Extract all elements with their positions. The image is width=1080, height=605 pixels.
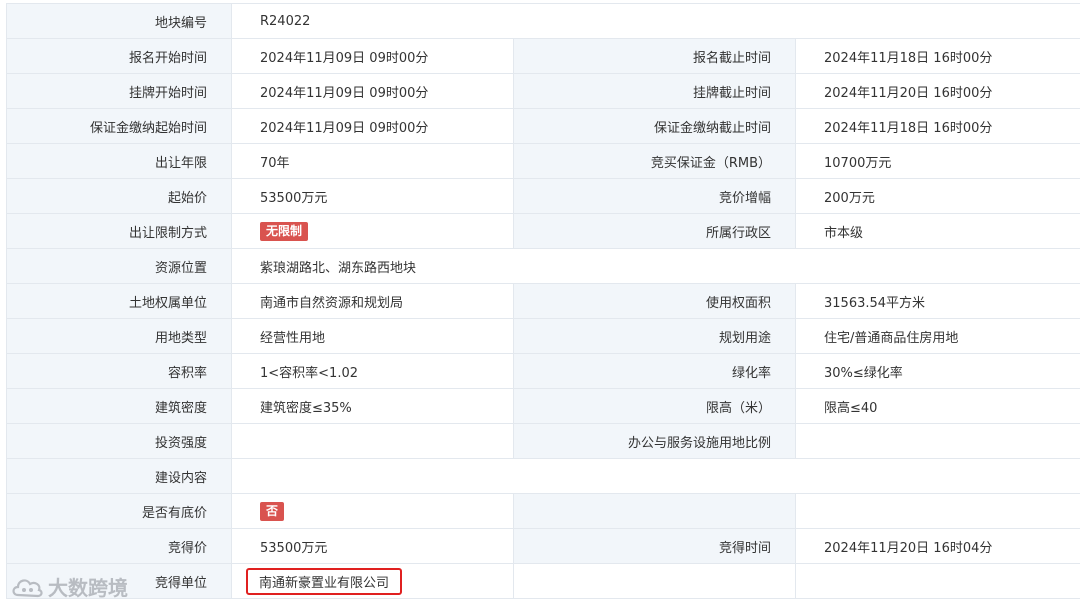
- field-label: 出让限制方式: [6, 213, 232, 249]
- table-row: 用地类型 经营性用地 规划用途 住宅/普通商品住房用地: [6, 318, 1080, 354]
- field-value: R24022: [230, 3, 1080, 39]
- table-row: 竞得价 53500万元 竞得时间 2024年11月20日 16时04分: [6, 528, 1080, 564]
- field-value: 53500万元: [231, 178, 514, 214]
- field-label: 规划用途: [513, 318, 796, 354]
- field-value: 70年: [231, 143, 514, 179]
- field-label: 使用权面积: [513, 283, 796, 319]
- field-value: 2024年11月09日 09时00分: [231, 108, 514, 144]
- field-value: 2024年11月20日 16时04分: [794, 528, 1080, 564]
- field-label: 绿化率: [513, 353, 796, 389]
- field-label: 挂牌开始时间: [6, 73, 232, 109]
- field-value: 200万元: [794, 178, 1080, 214]
- field-value: 紫琅湖路北、湖东路西地块: [230, 248, 1080, 284]
- field-label: 资源位置: [6, 248, 232, 284]
- field-label: 所属行政区: [513, 213, 796, 249]
- field-label: 限高（米）: [513, 388, 796, 424]
- empty-label: [513, 493, 796, 529]
- winning-bidder-highlight: 南通新豪置业有限公司: [246, 567, 403, 595]
- table-row: 建设内容: [6, 458, 1080, 494]
- field-value: [230, 458, 1080, 494]
- field-label: 竞得单位: [6, 563, 232, 599]
- field-label: 是否有底价: [6, 493, 232, 529]
- field-value: 住宅/普通商品住房用地: [794, 318, 1080, 354]
- table-row: 土地权属单位 南通市自然资源和规划局 使用权面积 31563.54平方米: [6, 283, 1080, 319]
- field-label: 用地类型: [6, 318, 232, 354]
- table-row: 是否有底价 否: [6, 493, 1080, 529]
- field-value: 2024年11月09日 09时00分: [231, 73, 514, 109]
- restriction-badge: 无限制: [260, 221, 309, 241]
- field-value: 否: [231, 493, 514, 529]
- field-value: 2024年11月18日 16时00分: [794, 108, 1080, 144]
- reserve-price-badge: 否: [260, 501, 285, 521]
- field-value: 10700万元: [794, 143, 1080, 179]
- field-label: 竞买保证金（RMB）: [513, 143, 796, 179]
- field-value: 2024年11月09日 09时00分: [231, 38, 514, 74]
- field-label: 挂牌截止时间: [513, 73, 796, 109]
- table-row: 竞得单位 南通新豪置业有限公司: [6, 563, 1080, 599]
- field-value: 2024年11月18日 16时00分: [794, 38, 1080, 74]
- field-value: 31563.54平方米: [794, 283, 1080, 319]
- table-row: 保证金缴纳起始时间 2024年11月09日 09时00分 保证金缴纳截止时间 2…: [6, 108, 1080, 144]
- empty-label: [513, 563, 796, 599]
- field-label: 地块编号: [6, 3, 232, 39]
- field-value: 南通市自然资源和规划局: [231, 283, 514, 319]
- land-info-table: 地块编号 R24022 报名开始时间 2024年11月09日 09时00分 报名…: [6, 3, 1080, 599]
- field-label: 容积率: [6, 353, 232, 389]
- field-value: 建筑密度≤35%: [231, 388, 514, 424]
- field-label: 竞价增幅: [513, 178, 796, 214]
- field-label: 报名截止时间: [513, 38, 796, 74]
- field-label: 出让年限: [6, 143, 232, 179]
- table-row: 报名开始时间 2024年11月09日 09时00分 报名截止时间 2024年11…: [6, 38, 1080, 74]
- field-label: 办公与服务设施用地比例: [513, 423, 796, 459]
- field-value: [794, 423, 1080, 459]
- field-value: 2024年11月20日 16时00分: [794, 73, 1080, 109]
- field-value: [231, 423, 514, 459]
- table-row: 资源位置 紫琅湖路北、湖东路西地块: [6, 248, 1080, 284]
- field-label: 投资强度: [6, 423, 232, 459]
- field-value: 53500万元: [231, 528, 514, 564]
- table-row: 容积率 1<容积率<1.02 绿化率 30%≤绿化率: [6, 353, 1080, 389]
- table-row: 出让年限 70年 竞买保证金（RMB） 10700万元: [6, 143, 1080, 179]
- field-label: 报名开始时间: [6, 38, 232, 74]
- field-label: 保证金缴纳截止时间: [513, 108, 796, 144]
- table-row: 建筑密度 建筑密度≤35% 限高（米） 限高≤40: [6, 388, 1080, 424]
- field-label: 竞得时间: [513, 528, 796, 564]
- field-value: [794, 493, 1080, 529]
- field-value: 1<容积率<1.02: [231, 353, 514, 389]
- field-value: 30%≤绿化率: [794, 353, 1080, 389]
- field-label: 保证金缴纳起始时间: [6, 108, 232, 144]
- field-label: 建设内容: [6, 458, 232, 494]
- table-row: 挂牌开始时间 2024年11月09日 09时00分 挂牌截止时间 2024年11…: [6, 73, 1080, 109]
- field-label: 竞得价: [6, 528, 232, 564]
- field-value: 市本级: [794, 213, 1080, 249]
- table-row: 出让限制方式 无限制 所属行政区 市本级: [6, 213, 1080, 249]
- field-label: 起始价: [6, 178, 232, 214]
- field-value: 限高≤40: [794, 388, 1080, 424]
- table-row: 投资强度 办公与服务设施用地比例: [6, 423, 1080, 459]
- field-value: 无限制: [231, 213, 514, 249]
- field-value: 南通新豪置业有限公司: [231, 563, 514, 599]
- field-value: [794, 563, 1080, 599]
- field-label: 土地权属单位: [6, 283, 232, 319]
- table-row: 地块编号 R24022: [6, 3, 1080, 39]
- field-value: 经营性用地: [231, 318, 514, 354]
- table-row: 起始价 53500万元 竞价增幅 200万元: [6, 178, 1080, 214]
- field-label: 建筑密度: [6, 388, 232, 424]
